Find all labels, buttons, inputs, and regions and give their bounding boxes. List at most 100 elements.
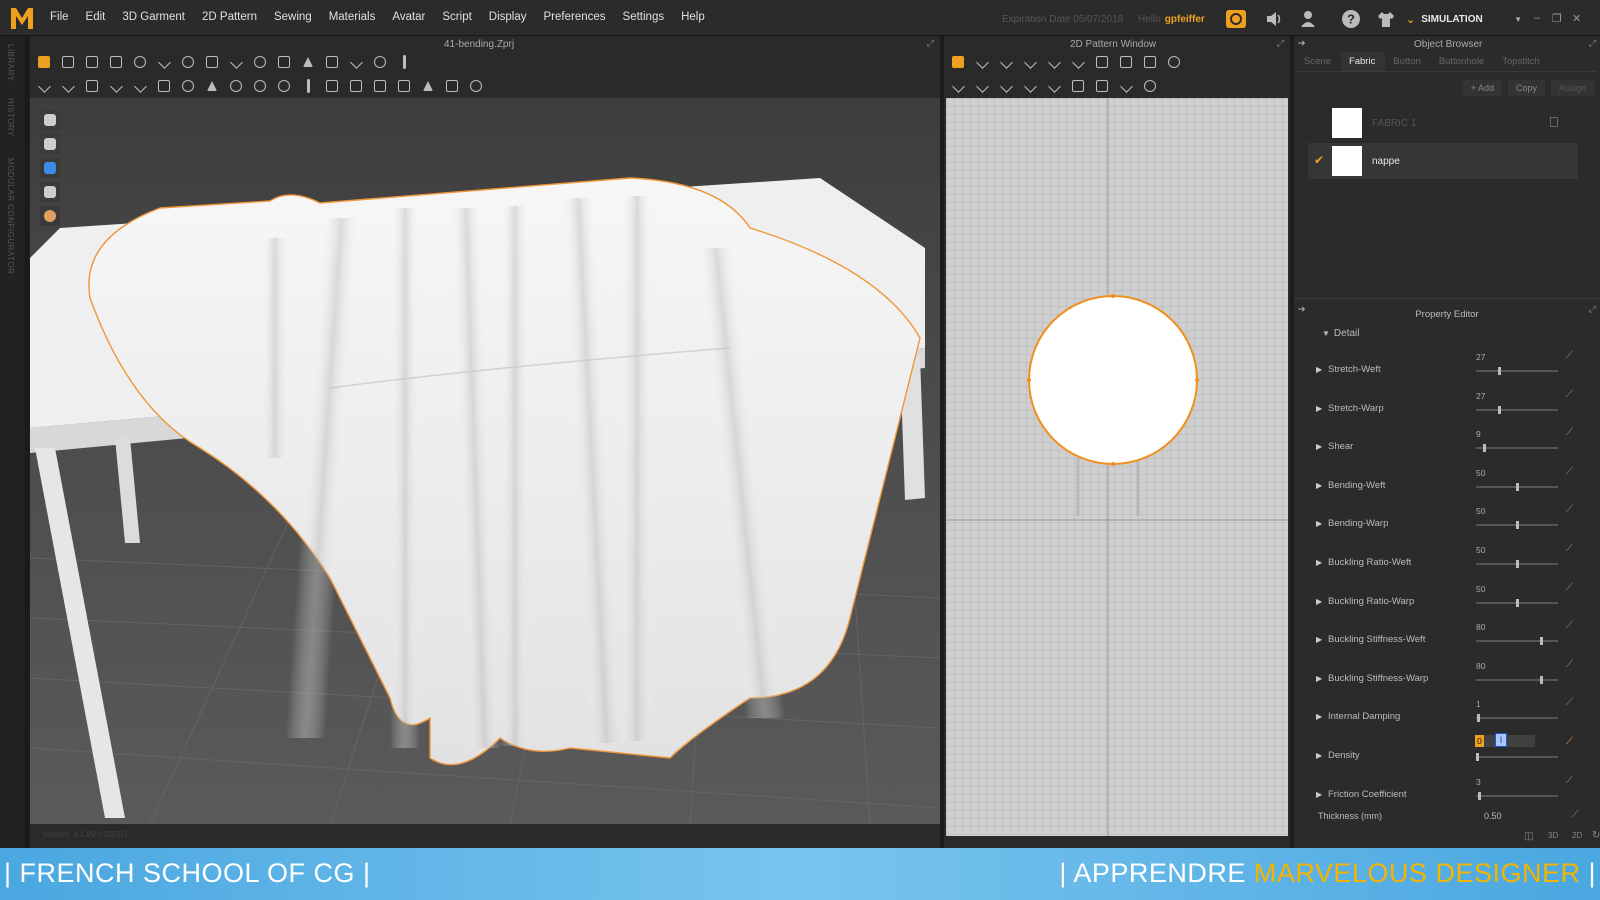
tab-button[interactable]: Button [1385, 52, 1430, 71]
thickness-pin-icon[interactable]: ⟋ [1572, 809, 1579, 820]
tape-icon[interactable] [370, 76, 390, 96]
garment-fit-icon[interactable] [274, 52, 294, 72]
maximize-2d-icon[interactable]: ⤢ [1277, 38, 1284, 49]
fabric-list-item[interactable]: FABRIC 1 [1308, 105, 1578, 141]
property-value[interactable]: 27 [1476, 352, 1485, 362]
property-pin-icon[interactable]: ⟋ [1566, 697, 1573, 708]
property-label[interactable]: Buckling Ratio-Warp [1316, 596, 1414, 607]
fold-arrange-tool-icon[interactable] [106, 52, 126, 72]
collapse-panel-icon[interactable]: ➔ [1298, 38, 1306, 49]
property-slider-track[interactable] [1476, 794, 1558, 797]
property-slider-track[interactable] [1476, 678, 1558, 681]
menu-2d-pattern[interactable]: 2D Pattern [202, 11, 257, 23]
split-view-icon[interactable]: ◫ [1524, 831, 1533, 842]
menu-display[interactable]: Display [489, 11, 527, 23]
tab-fabric[interactable]: Fabric [1340, 52, 1386, 71]
avatar-measure-icon[interactable] [442, 76, 462, 96]
property-value[interactable]: 1 [1476, 699, 1481, 709]
fold-icon[interactable] [202, 76, 222, 96]
strengthen-icon[interactable] [346, 52, 366, 72]
menu-help[interactable]: Help [681, 11, 705, 23]
garment-icon[interactable] [1376, 9, 1396, 29]
edit-sewing-icon[interactable] [1020, 76, 1040, 96]
select-mesh-tool-icon[interactable] [82, 52, 102, 72]
topstitch-icon[interactable] [298, 76, 318, 96]
seamline-icon[interactable] [226, 52, 246, 72]
property-pin-icon[interactable]: ⟋ [1566, 504, 1573, 515]
curvature-icon[interactable] [1020, 52, 1040, 72]
camera-icon[interactable] [466, 76, 486, 96]
edit-avatar-icon[interactable] [82, 76, 102, 96]
property-value[interactable]: 50 [1476, 468, 1485, 478]
menu-script[interactable]: Script [442, 11, 471, 23]
skin-display-icon[interactable] [40, 206, 60, 226]
menu-edit[interactable]: Edit [86, 11, 106, 23]
property-label[interactable]: Buckling Ratio-Weft [1316, 557, 1411, 568]
dropdown-arrow-icon[interactable]: ▼ [1514, 15, 1522, 24]
buttonhole-icon[interactable] [274, 76, 294, 96]
property-slider-track[interactable] [1476, 717, 1558, 720]
property-pin-icon[interactable]: ⟋ [1566, 543, 1573, 554]
check-sewing-icon[interactable] [1044, 76, 1064, 96]
property-value[interactable]: 9 [1476, 429, 1481, 439]
fit-suit-icon[interactable] [202, 52, 222, 72]
property-slider-thumb[interactable] [1476, 714, 1480, 723]
view-2d-icon[interactable]: 2D [1572, 831, 1582, 840]
render-style-icon[interactable] [40, 182, 60, 202]
property-value[interactable]: 3 [1476, 777, 1481, 787]
property-slider-thumb[interactable] [1516, 560, 1519, 568]
property-slider-track[interactable] [1476, 370, 1558, 372]
property-slider-track[interactable] [1476, 756, 1558, 758]
close-icon[interactable]: ✕ [1572, 12, 1581, 25]
texture-display-icon[interactable] [40, 158, 60, 178]
menu-materials[interactable]: Materials [329, 11, 376, 23]
trim-icon[interactable] [394, 76, 414, 96]
property-pin-icon[interactable]: ⟋ [1566, 775, 1573, 786]
property-pin-icon[interactable]: ⟋ [1566, 427, 1573, 438]
zipper-icon[interactable] [226, 76, 246, 96]
maximize-browser-icon[interactable]: ⤢ [1589, 38, 1596, 49]
tack-tool-icon[interactable] [178, 52, 198, 72]
property-slider-thumb[interactable] [1540, 637, 1543, 646]
circle-icon[interactable] [1164, 52, 1184, 72]
menu-avatar[interactable]: Avatar [392, 11, 425, 23]
property-slider-thumb[interactable] [1516, 482, 1519, 491]
menu-settings[interactable]: Settings [623, 11, 665, 23]
select-move-tool-icon[interactable] [34, 52, 54, 72]
property-value[interactable]: 80 [1476, 622, 1485, 632]
transform-pattern-icon[interactable] [948, 52, 968, 72]
property-slider-track[interactable] [1476, 408, 1558, 411]
3d-viewport[interactable] [30, 98, 940, 824]
property-pin-icon[interactable]: ⟋ [1566, 466, 1573, 477]
detail-section-header[interactable]: ▼ Detail [1322, 328, 1360, 339]
assign-fabric-button[interactable]: Assign [1550, 80, 1594, 96]
thickness-value[interactable]: 0.50 [1484, 811, 1502, 821]
property-pin-icon[interactable]: ⟋ [1566, 620, 1573, 631]
property-label[interactable]: Internal Damping [1316, 711, 1400, 722]
property-label[interactable]: Stretch-Warp [1316, 403, 1384, 414]
menu-preferences[interactable]: Preferences [544, 11, 606, 23]
skin-offset-icon[interactable] [58, 76, 78, 96]
property-value[interactable]: 50 [1476, 584, 1485, 594]
property-label[interactable]: Bending-Weft [1316, 480, 1385, 491]
button-icon[interactable] [250, 76, 270, 96]
dart-icon[interactable] [1092, 52, 1112, 72]
cut-tool-icon[interactable] [106, 76, 126, 96]
edit-pattern-3d-icon[interactable] [154, 52, 174, 72]
add-fabric-button[interactable]: + Add [1462, 80, 1502, 96]
speaker-icon[interactable] [1264, 9, 1284, 29]
property-pin-icon[interactable]: ⟋ [1566, 350, 1573, 361]
texture-icon[interactable] [346, 76, 366, 96]
property-value[interactable]: 50 [1476, 506, 1485, 516]
property-slider-thumb[interactable] [1476, 753, 1479, 761]
arrangement-icon[interactable] [298, 52, 318, 72]
ruler-icon[interactable] [394, 52, 414, 72]
avatar-pose-icon[interactable] [34, 76, 54, 96]
property-slider-thumb[interactable] [1478, 791, 1482, 800]
refresh-icon[interactable]: ↻ [1592, 830, 1600, 841]
collapse-editor-icon[interactable]: ➔ [1298, 304, 1306, 315]
property-label[interactable]: Stretch-Weft [1316, 364, 1381, 375]
property-label[interactable]: Bending-Warp [1316, 518, 1388, 529]
restore-icon[interactable]: ❐ [1552, 12, 1562, 25]
property-pin-icon[interactable]: ⟋ [1566, 389, 1573, 400]
